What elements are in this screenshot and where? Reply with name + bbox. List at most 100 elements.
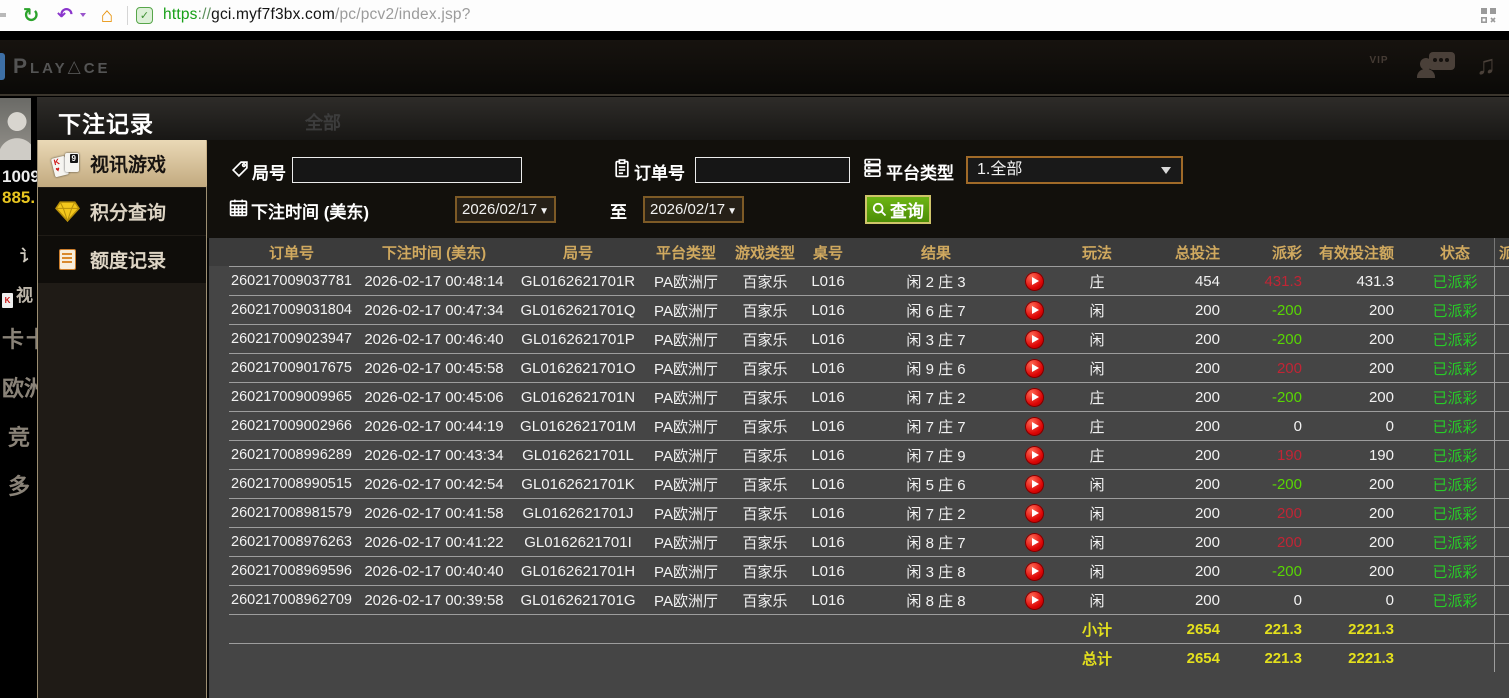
replay-button[interactable] [1016,503,1052,523]
undo-icon[interactable]: ↶ [52,0,78,31]
cell-platform: PA欧洲厅 [654,302,718,320]
replay-button[interactable] [1016,416,1052,436]
col-result: 结果 [920,244,951,262]
cell-table-no: L016 [811,591,845,609]
cell-total-bet: 200 [1194,330,1220,348]
cell-platform: PA欧洲厅 [654,592,718,610]
cell-valid-bet: 200 [1368,301,1394,319]
cell-payout: -200 [1271,330,1302,348]
replay-button[interactable] [1016,561,1052,581]
sidebar-item-video-games[interactable]: K ♥ 9 视讯游戏 [38,140,206,187]
dialog-title-bar: 下注记录 全部 [37,97,1509,140]
cell-play: 闲 [1089,563,1105,581]
playace-logo[interactable]: Play△ce [13,55,111,79]
cell-order-no: 260217009009965 [231,389,352,405]
table-row: 260217008990515 2026-02-17 00:42:54 GL0162… [229,469,1509,498]
col-order-no: 订单号 [268,244,314,262]
cell-status: 已派彩 [1432,418,1478,436]
cell-order-no: 260217009037781 [231,273,352,289]
summary-total-bet: 2654 [1186,620,1220,638]
cell-result: 闲 6 庄 7 [906,302,966,320]
cell-status: 已派彩 [1432,447,1478,465]
replay-button[interactable] [1016,590,1052,610]
app-header: Play△ce VIP ♫ [0,40,1509,95]
cell-payout: 200 [1276,504,1302,522]
replay-button[interactable] [1016,445,1052,465]
security-shield-icon[interactable]: ✓ [136,7,153,24]
col-game-type: 游戏类型 [734,244,795,262]
search-button[interactable]: 查询 [865,195,931,224]
cell-order-no: 260217008990515 [231,476,352,492]
sidebar-item-credit-records[interactable]: 额度记录 [38,236,206,283]
cell-table-no: L016 [811,272,845,290]
cell-table-no: L016 [811,301,845,319]
cell-game-type: 百家乐 [742,418,788,436]
cell-total-bet: 200 [1194,504,1220,522]
col-platform: 平台类型 [655,244,716,262]
vip-button[interactable]: VIP [1357,50,1401,68]
logo-triangle-icon: △ [67,57,84,76]
cell-total-bet: 200 [1194,301,1220,319]
cell-status: 已派彩 [1432,592,1478,610]
order-no-input[interactable] [695,157,850,183]
home-icon[interactable]: ⌂ [94,0,120,31]
cell-table-no: L016 [811,475,845,493]
table-row: 260217008996289 2026-02-17 00:43:34 GL0162… [229,440,1509,469]
play-icon [1024,271,1044,291]
replay-button[interactable] [1016,532,1052,552]
game-no-input[interactable] [292,157,522,183]
cell-game-no: GL0162621701G [520,591,636,609]
cell-bet-time: 2026-02-17 00:40:40 [364,562,504,580]
cell-valid-bet: 200 [1368,330,1394,348]
clipped-cell [1494,354,1509,382]
cell-total-bet: 200 [1194,417,1220,435]
cell-platform: PA欧洲厅 [654,534,718,552]
background-text-fragment: 讠 [20,248,37,265]
platform-type-select[interactable]: 1.全部 [966,156,1183,184]
cell-valid-bet: 200 [1368,533,1394,551]
customer-service-icon[interactable] [1417,50,1457,84]
cell-game-no: GL0162621701H [520,562,636,580]
date-to-picker[interactable]: 2026/02/17 ▼ [643,196,744,223]
cell-valid-bet: 0 [1385,417,1394,435]
replay-button[interactable] [1016,387,1052,407]
date-caret-icon: ▼ [727,206,737,217]
screen: ↻ ↶ ⌂ ✓ https://gci.myf7f3bx.com/pc/pcv2… [0,0,1509,698]
cell-result: 闲 7 庄 7 [906,418,966,436]
music-icon[interactable]: ♫ [1471,50,1501,80]
replay-button[interactable] [1016,300,1052,320]
reload-icon[interactable]: ↻ [18,0,44,31]
cell-status: 已派彩 [1432,302,1478,320]
avatar [0,98,31,160]
cell-game-type: 百家乐 [742,273,788,291]
cell-payout: -200 [1271,562,1302,580]
playing-cards-icon: K ♥ 9 [50,150,84,178]
play-icon [1024,561,1044,581]
table-row: 260217008962709 2026-02-17 00:39:58 GL0162… [229,585,1509,614]
replay-button[interactable] [1016,474,1052,494]
cell-status: 已派彩 [1432,534,1478,552]
cell-table-no: L016 [811,504,845,522]
dialog-sidebar: K♥9 视讯游戏 积分查询 额度记录 Fram 总人数 70 [37,140,207,698]
undo-dropdown-caret[interactable] [80,13,86,17]
cell-platform: PA欧洲厅 [654,505,718,523]
address-bar[interactable]: https://gci.myf7f3bx.com/pc/pcv2/index.j… [163,6,471,24]
bet-records-table: 订单号 下注时间 (美东) 局号 平台类型 游戏类型 桌号 结果 玩法 总投注 … [207,238,1509,698]
replay-button[interactable] [1016,358,1052,378]
replay-button[interactable] [1016,271,1052,291]
to-label: 至 [610,203,627,222]
cell-payout: 200 [1276,359,1302,377]
cell-order-no: 260217008981579 [231,505,352,521]
table-row: 260217008976263 2026-02-17 00:41:22 GL0162… [229,527,1509,556]
sidebar-item-points-query[interactable]: 积分查询 [38,188,206,235]
game-no-label: 局号 [252,164,286,183]
summary-row: 总计 2654 221.3 2221.3 [229,643,1509,672]
background-tab-fragment: 全部 [305,113,341,133]
apps-grid-icon[interactable] [1481,8,1496,28]
replay-button[interactable] [1016,329,1052,349]
cell-game-type: 百家乐 [742,563,788,581]
date-from-picker[interactable]: 2026/02/17 ▼ [455,196,556,223]
clipped-cell [1494,296,1509,324]
table-row: 260217008969596 2026-02-17 00:40:40 GL0162… [229,556,1509,585]
play-icon [1024,445,1044,465]
